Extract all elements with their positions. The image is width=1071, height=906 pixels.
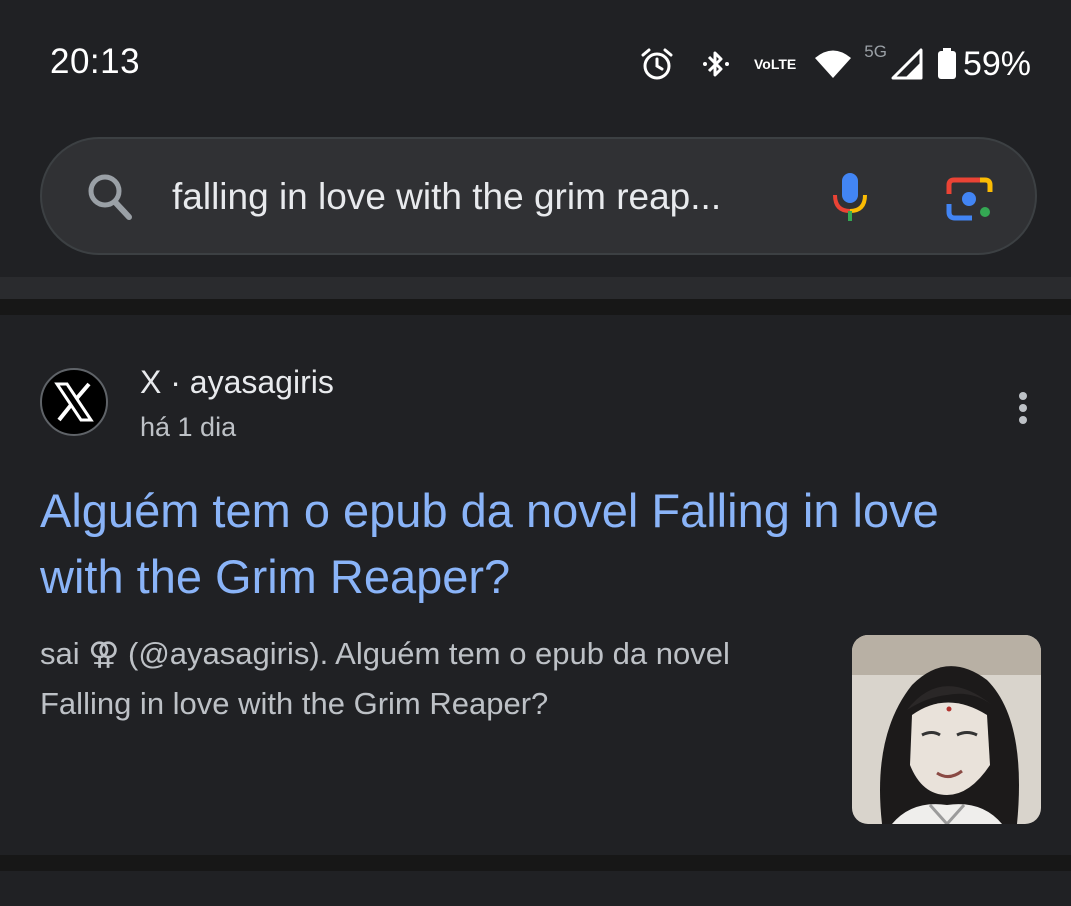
x-logo-icon[interactable]: [40, 368, 108, 436]
search-area: falling in love with the grim reap...: [0, 125, 1071, 277]
signal-icon: [891, 48, 923, 80]
lens-icon[interactable]: [946, 176, 994, 227]
volte-bottom-label: LTE: [770, 55, 797, 72]
bluetooth-icon: [700, 47, 732, 81]
status-icons: Vo LTE 5G 59%: [640, 40, 1031, 88]
search-result-card: X · ayasagiris há 1 dia Alguém tem o epu…: [0, 315, 1071, 855]
result-snippet: sai ⚢ (@ayasagiris). Alguém tem o epub d…: [40, 636, 730, 721]
volte-top-label: Vo: [753, 55, 771, 72]
status-bar: 20:13 Vo LTE 5G 59%: [0, 0, 1071, 125]
result-thumbnail[interactable]: [852, 635, 1041, 824]
result-date: há 1 dia: [140, 412, 237, 442]
next-result-card: [0, 871, 1071, 906]
mic-icon[interactable]: [830, 171, 870, 230]
clock: 20:13: [50, 42, 141, 81]
section-divider: [0, 277, 1071, 315]
network-type-label: 5G: [864, 42, 887, 61]
volte-icon: Vo LTE: [753, 55, 797, 72]
battery-percentage: 59%: [962, 44, 1031, 83]
result-source[interactable]: X · ayasagiris: [140, 364, 334, 401]
battery-icon: [937, 48, 957, 80]
search-input[interactable]: falling in love with the grim reap...: [172, 176, 782, 218]
alarm-icon: [640, 47, 674, 81]
search-icon[interactable]: [86, 172, 134, 227]
more-vert-icon[interactable]: [1010, 391, 1036, 432]
section-divider: [0, 855, 1071, 871]
result-title-link[interactable]: Alguém tem o epub da novel Falling in lo…: [40, 478, 1030, 610]
wifi-icon: [814, 49, 852, 79]
search-box[interactable]: falling in love with the grim reap...: [40, 137, 1037, 255]
